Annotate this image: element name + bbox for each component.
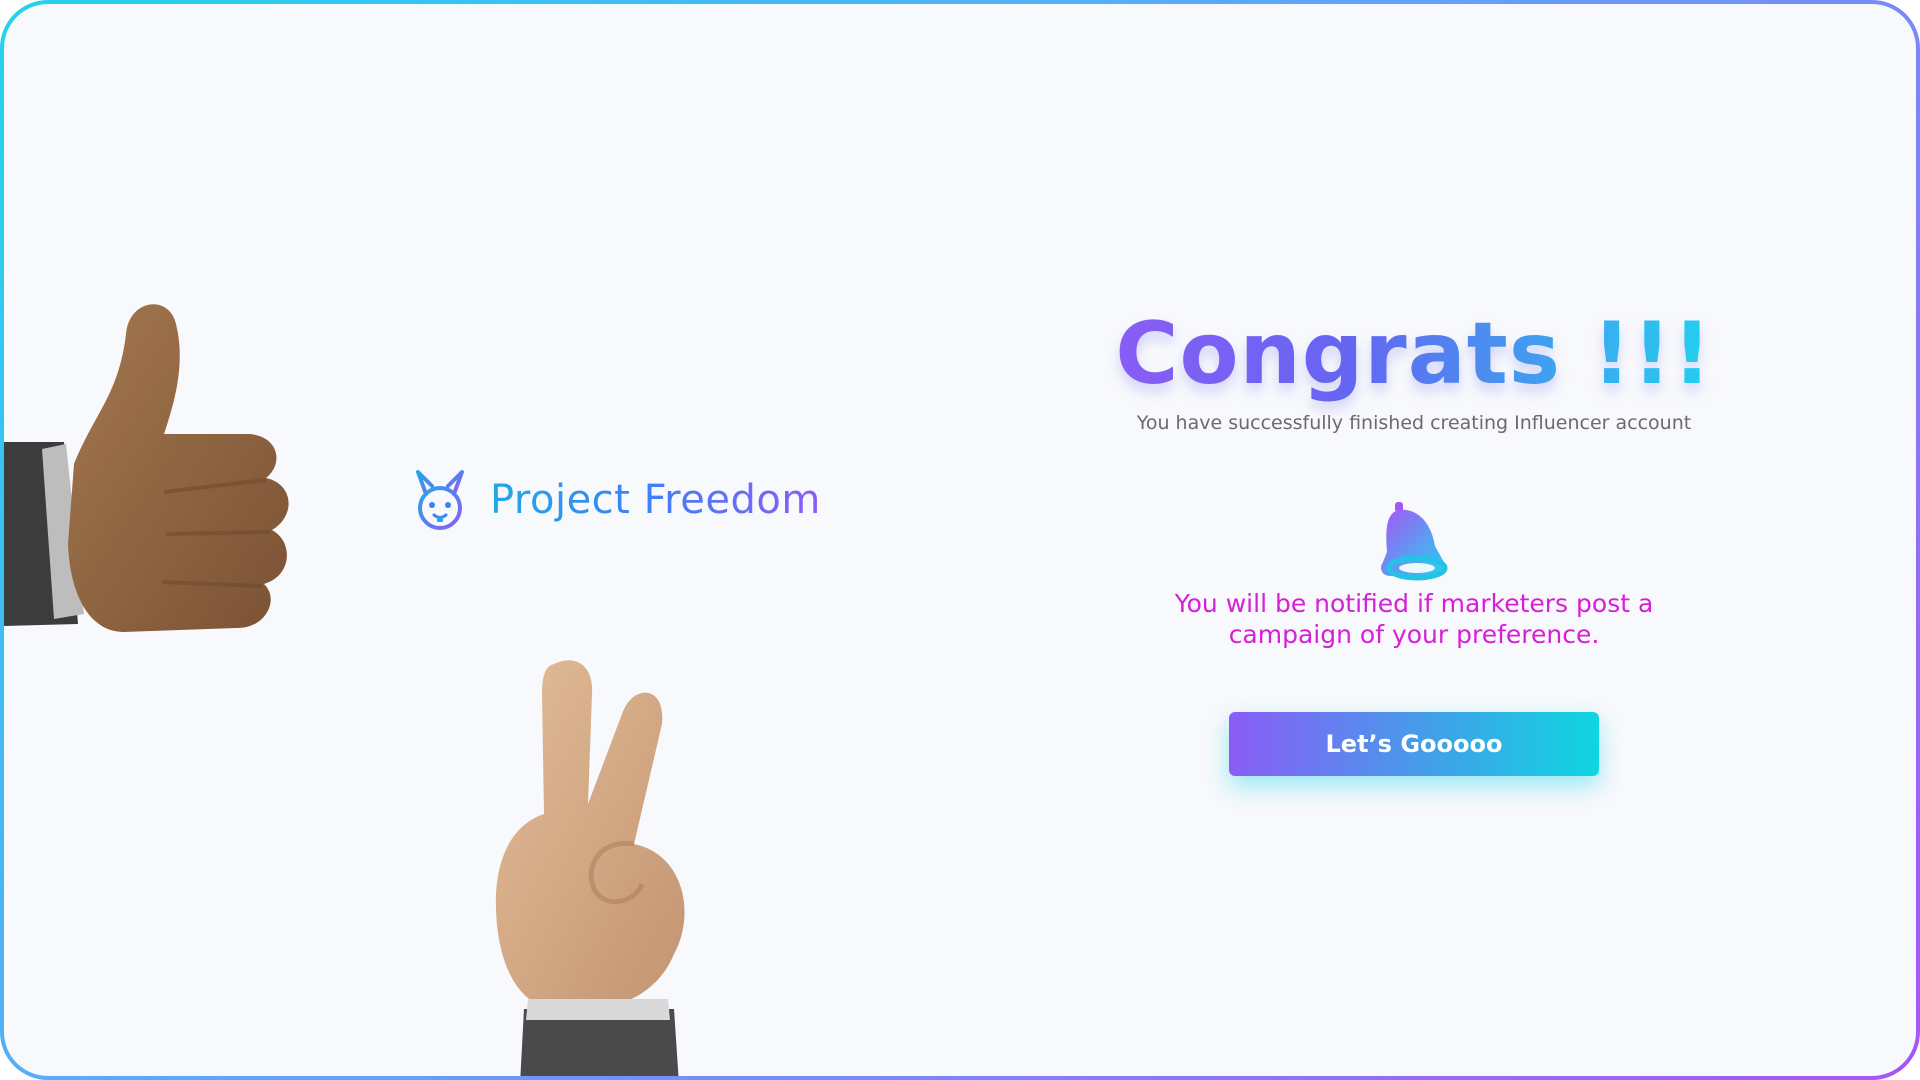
thumbs-up-hand-icon — [4, 304, 289, 632]
app-frame: Project Freedom Congrats !!! You have su… — [0, 0, 1920, 1080]
brand-logo[interactable]: Project Freedom — [408, 468, 821, 532]
notification-message: You will be notified if marketers post a… — [1104, 588, 1724, 650]
bell-icon — [1381, 502, 1448, 581]
bunny-icon — [416, 470, 464, 530]
page-title: Congrats !!! — [1104, 304, 1724, 404]
success-panel: Congrats !!! You have successfully finis… — [1104, 304, 1724, 776]
page-subtitle: You have successfully finished creating … — [1136, 412, 1692, 434]
notification-line-1: You will be notified if marketers post a — [1174, 589, 1654, 618]
brand-name: Project Freedom — [490, 477, 821, 523]
lets-go-button[interactable]: Let’s Gooooo — [1229, 712, 1599, 776]
peace-sign-hand-icon — [495, 660, 685, 1076]
notification-line-2: campaign of your preference. — [1228, 620, 1600, 649]
page-canvas: Project Freedom Congrats !!! You have su… — [4, 4, 1916, 1076]
